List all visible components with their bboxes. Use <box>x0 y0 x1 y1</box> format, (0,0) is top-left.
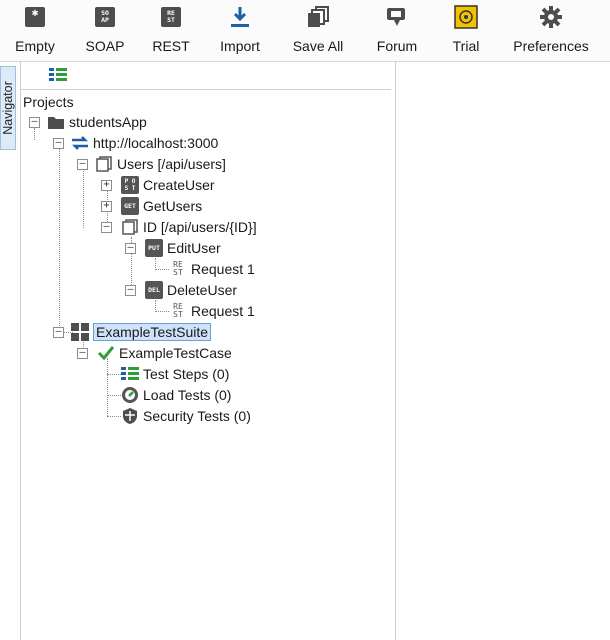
tree-connector <box>155 269 169 270</box>
tree-connector <box>107 395 121 396</box>
expand-toggle[interactable]: + <box>101 180 112 191</box>
resource-icon <box>95 155 113 173</box>
collapse-toggle[interactable]: – <box>125 285 136 296</box>
put-method-icon: PUT <box>145 239 163 257</box>
preferences-button[interactable]: Preferences <box>508 2 594 60</box>
tree-node-edit-request[interactable]: RE ST Request 1 <box>169 259 255 279</box>
load-test-icon <box>121 386 139 404</box>
soap-project-icon: SO AP <box>92 4 118 30</box>
tree-node-id-resource[interactable]: ID [/api/users/{ID}] <box>121 217 257 237</box>
get-method-icon: GET <box>121 197 139 215</box>
empty-project-button[interactable]: ✱ Empty <box>12 2 58 60</box>
tree-connector <box>155 311 169 312</box>
tree-node-delete-user[interactable]: DEL DeleteUser <box>145 280 237 300</box>
tree-connector <box>59 148 60 336</box>
post-method-icon: P OS T <box>121 176 139 194</box>
test-steps-view-icon[interactable] <box>49 68 67 84</box>
service-endpoint-icon <box>71 134 89 152</box>
tree-connector <box>107 374 121 375</box>
collapse-toggle[interactable]: – <box>29 117 40 128</box>
editor-area <box>397 62 610 640</box>
tree-node-load-tests[interactable]: Load Tests (0) <box>121 385 231 405</box>
soap-project-button[interactable]: SO AP SOAP <box>84 2 126 60</box>
tree-connector <box>107 416 121 417</box>
rest-project-button[interactable]: RE ST REST <box>150 2 192 60</box>
collapse-toggle[interactable]: – <box>53 327 64 338</box>
collapse-toggle[interactable]: – <box>101 222 112 233</box>
tree-node-security-tests[interactable]: Security Tests (0) <box>121 406 251 426</box>
rest-project-icon: RE ST <box>158 4 184 30</box>
save-all-icon <box>305 4 331 30</box>
tree-node-create-user[interactable]: P OS T CreateUser <box>121 175 215 195</box>
resource-icon <box>121 218 139 236</box>
trial-icon <box>453 4 479 30</box>
tree-node-edit-user[interactable]: PUT EditUser <box>145 238 221 258</box>
forum-button[interactable]: Forum <box>374 2 420 60</box>
tree-toolbar-divider <box>21 89 391 90</box>
collapse-toggle[interactable]: – <box>77 159 88 170</box>
navigator-tree-panel: Projects – studentsApp – http://localhos… <box>20 62 396 640</box>
rest-request-icon: RE ST <box>173 260 183 277</box>
tree-node-project[interactable]: studentsApp <box>47 112 147 132</box>
import-button[interactable]: Import <box>216 2 264 60</box>
tree-node-users-resource[interactable]: Users [/api/users] <box>95 154 226 174</box>
shield-icon <box>121 407 139 425</box>
delete-method-icon: DEL <box>145 281 163 299</box>
forum-icon <box>384 4 410 30</box>
test-suite-icon <box>71 323 89 341</box>
navigator-tab[interactable]: Navigator <box>0 66 16 150</box>
tree-node-test-steps[interactable]: Test Steps (0) <box>121 364 229 384</box>
tree-connector <box>107 358 108 416</box>
collapse-toggle[interactable]: – <box>125 243 136 254</box>
gear-icon <box>538 4 564 30</box>
main-toolbar: ✱ Empty SO AP SOAP RE ST REST Import Save … <box>0 0 610 62</box>
tree-node-get-users[interactable]: GET GetUsers <box>121 196 202 216</box>
check-icon <box>97 344 115 362</box>
projects-root-label: Projects <box>23 94 74 110</box>
tree-connector <box>34 128 35 140</box>
folder-icon <box>47 113 65 131</box>
tree-node-test-suite[interactable]: ExampleTestSuite <box>71 322 212 342</box>
trial-button[interactable]: Trial <box>446 2 486 60</box>
tree-connector <box>83 168 84 228</box>
tree-node-service[interactable]: http://localhost:3000 <box>71 133 218 153</box>
test-steps-icon <box>121 365 139 383</box>
collapse-toggle[interactable]: – <box>53 138 64 149</box>
tree-node-test-case[interactable]: ExampleTestCase <box>97 343 232 363</box>
import-icon <box>227 4 253 30</box>
save-all-button[interactable]: Save All <box>290 2 346 60</box>
empty-project-icon: ✱ <box>22 4 48 30</box>
rest-request-icon: RE ST <box>173 302 183 319</box>
collapse-toggle[interactable]: – <box>77 348 88 359</box>
tree-node-delete-request[interactable]: RE ST Request 1 <box>169 301 255 321</box>
expand-toggle[interactable]: + <box>101 201 112 212</box>
navigator-tab-label: Navigator <box>1 81 15 135</box>
